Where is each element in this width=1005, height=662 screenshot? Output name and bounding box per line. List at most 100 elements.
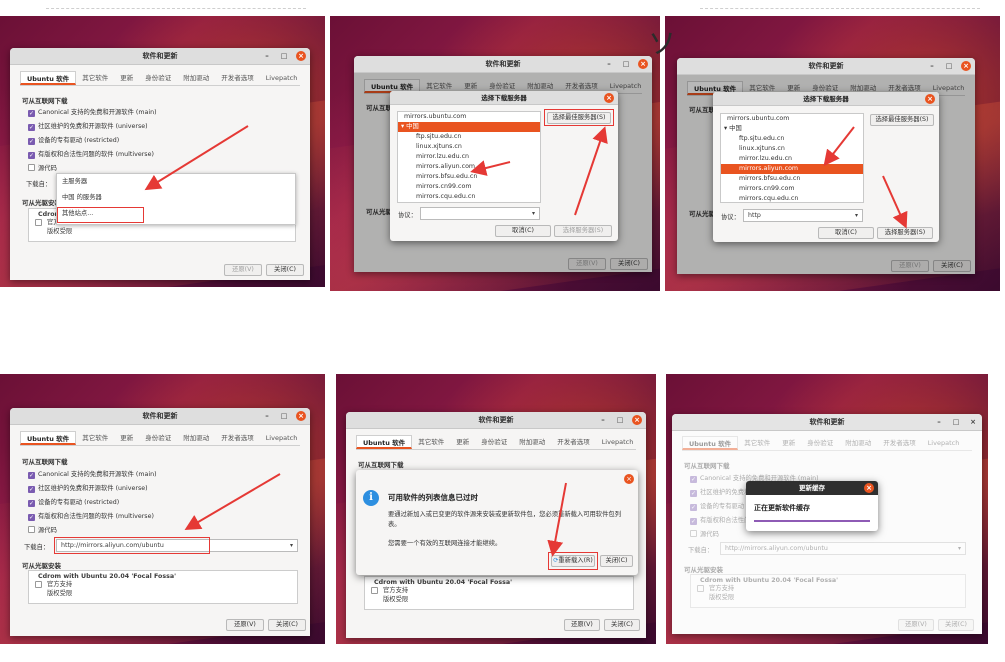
cdrom-item-official[interactable]: 官方支持 (691, 584, 965, 593)
close-icon[interactable]: × (632, 415, 642, 425)
tab-livepatch[interactable]: Livepatch (260, 71, 304, 85)
cdrom-item-official[interactable]: 官方支持 (29, 580, 297, 589)
tab-authentication[interactable]: 身份验证 (139, 431, 177, 445)
server-item[interactable]: mirrors.cqu.edu.cn (398, 192, 540, 202)
best-server-button[interactable]: 选择最佳服务器(S) (870, 114, 934, 126)
check-multiverse[interactable]: ✓有版权和合法性问题的软件 (multiverse) (28, 149, 154, 159)
tab-updates[interactable]: 更新 (776, 436, 801, 450)
maximize-icon[interactable]: □ (621, 59, 631, 69)
close-icon[interactable]: × (624, 474, 634, 484)
tab-authentication[interactable]: 身份验证 (801, 436, 839, 450)
close-icon[interactable]: × (638, 59, 648, 69)
menu-item-main-server[interactable]: 主服务器 (57, 174, 295, 190)
server-item[interactable]: ftp.sjtu.edu.cn (721, 134, 863, 144)
check-restricted[interactable]: ✓ 设备的专有驱动 (restricted) (28, 135, 119, 145)
tab-additional-drivers[interactable]: 附加驱动 (177, 431, 215, 445)
close-button[interactable]: 关闭(C) (600, 555, 633, 567)
server-item[interactable]: mirrors.bfsu.edu.cn (398, 172, 540, 182)
close-icon[interactable]: × (296, 51, 306, 61)
server-item[interactable]: mirrors.ubuntu.com (398, 112, 540, 122)
server-item-aliyun[interactable]: mirrors.aliyun.com (398, 162, 540, 172)
server-item[interactable]: linux.xjtuns.cn (721, 144, 863, 154)
tab-additional-drivers[interactable]: 附加驱动 (513, 435, 551, 449)
close-icon[interactable]: × (864, 483, 874, 493)
close-icon[interactable]: × (604, 93, 614, 103)
maximize-icon[interactable]: □ (279, 51, 289, 61)
tab-livepatch[interactable]: Livepatch (596, 435, 640, 449)
revert-button[interactable]: 还原(V) (564, 619, 600, 631)
revert-button[interactable]: 还原(V) (226, 619, 264, 631)
close-button[interactable]: 关闭(C) (266, 264, 304, 276)
check-source[interactable]: 源代码 (690, 529, 719, 538)
check-multiverse[interactable]: ✓有版权和合法性问题的软件 (multiverse) (28, 511, 154, 521)
server-item[interactable]: ftp.sjtu.edu.cn (398, 132, 540, 142)
tab-developer-options[interactable]: 开发者选项 (877, 436, 922, 450)
close-button[interactable]: 关闭(C) (268, 619, 306, 631)
minimize-icon[interactable]: – (262, 411, 272, 421)
close-button[interactable]: 关闭(C) (938, 619, 974, 631)
tab-authentication[interactable]: 身份验证 (139, 71, 177, 85)
tab-ubuntu-software[interactable]: Ubuntu 软件 (20, 431, 77, 445)
revert-button[interactable]: 还原(V) (224, 264, 262, 276)
close-icon[interactable]: × (296, 411, 306, 421)
server-item[interactable]: mirrors.cqu.edu.cn (721, 194, 863, 202)
server-item[interactable]: mirrors.cn99.com (398, 182, 540, 192)
check-source[interactable]: 源代码 (28, 163, 57, 172)
maximize-icon[interactable]: □ (279, 411, 289, 421)
revert-button[interactable]: 还原(V) (898, 619, 934, 631)
close-icon[interactable]: × (968, 417, 978, 427)
close-icon[interactable]: × (961, 61, 971, 71)
server-group-china[interactable]: ▾ 中国 (721, 124, 863, 134)
tab-authentication[interactable]: 身份验证 (475, 435, 513, 449)
server-item[interactable]: mirrors.bfsu.edu.cn (721, 174, 863, 184)
tab-other-software[interactable]: 其它软件 (738, 436, 776, 450)
server-item[interactable]: mirror.lzu.edu.cn (398, 152, 540, 162)
menu-item-china-server[interactable]: 中国 的服务器 (57, 190, 295, 206)
server-item[interactable]: mirrors.cn99.com (721, 184, 863, 194)
check-source[interactable]: 源代码 (28, 525, 57, 534)
choose-server-button[interactable]: 选择服务器(S) (877, 227, 933, 239)
protocol-select[interactable]: http ▾ (743, 209, 863, 222)
maximize-icon[interactable]: □ (615, 415, 625, 425)
tab-livepatch[interactable]: Livepatch (922, 436, 966, 450)
cancel-button[interactable]: 取消(C) (495, 225, 551, 237)
tab-ubuntu-software[interactable]: Ubuntu 软件 (356, 435, 413, 449)
check-universe[interactable]: ✓社区维护的免费和开源软件 (universe) (28, 483, 148, 493)
tab-developer-options[interactable]: 开发者选项 (215, 71, 260, 85)
tab-ubuntu-software[interactable]: Ubuntu 软件 (682, 436, 739, 450)
check-main[interactable]: ✓ Canonical 支持的免费和开源软件 (main) (28, 107, 157, 117)
close-button[interactable]: 关闭(C) (604, 619, 640, 631)
cancel-button[interactable]: 取消(C) (818, 227, 874, 239)
close-icon[interactable]: × (925, 94, 935, 104)
check-universe[interactable]: ✓社区维护的免费和开源软件 (universe) (28, 121, 148, 131)
tab-livepatch[interactable]: Livepatch (260, 431, 304, 445)
tab-other-software[interactable]: 其它软件 (412, 435, 450, 449)
server-group-china[interactable]: ▾ 中国 (398, 122, 540, 132)
tab-additional-drivers[interactable]: 附加驱动 (839, 436, 877, 450)
maximize-icon[interactable]: □ (944, 61, 954, 71)
tab-developer-options[interactable]: 开发者选项 (551, 435, 596, 449)
tab-ubuntu-software[interactable]: Ubuntu 软件 (20, 71, 77, 85)
cdrom-item-official[interactable]: 官方支持 (365, 586, 633, 595)
minimize-icon[interactable]: – (604, 59, 614, 69)
server-item[interactable]: mirror.lzu.edu.cn (721, 154, 863, 164)
choose-server-button[interactable]: 选择服务器(S) (554, 225, 612, 237)
check-main[interactable]: ✓ Canonical 支持的免费和开源软件 (main) (28, 469, 157, 479)
tab-other-software[interactable]: 其它软件 (76, 431, 114, 445)
tab-additional-drivers[interactable]: 附加驱动 (177, 71, 215, 85)
server-item-aliyun[interactable]: mirrors.aliyun.com (721, 164, 863, 174)
server-item[interactable]: mirrors.ubuntu.com (721, 114, 863, 124)
server-item[interactable]: linux.xjtuns.cn (398, 142, 540, 152)
minimize-icon[interactable]: – (934, 417, 944, 427)
protocol-select[interactable]: ▾ (420, 207, 540, 220)
download-from-select[interactable]: http://mirrors.aliyun.com/ubuntu ▾ (720, 542, 966, 555)
tab-updates[interactable]: 更新 (114, 431, 139, 445)
check-restricted[interactable]: ✓ 设备的专有驱动 (restricted) (28, 497, 119, 507)
tab-developer-options[interactable]: 开发者选项 (215, 431, 260, 445)
maximize-icon[interactable]: □ (951, 417, 961, 427)
tab-updates[interactable]: 更新 (450, 435, 475, 449)
minimize-icon[interactable]: – (927, 61, 937, 71)
tab-updates[interactable]: 更新 (114, 71, 139, 85)
minimize-icon[interactable]: – (598, 415, 608, 425)
tab-other-software[interactable]: 其它软件 (76, 71, 114, 85)
